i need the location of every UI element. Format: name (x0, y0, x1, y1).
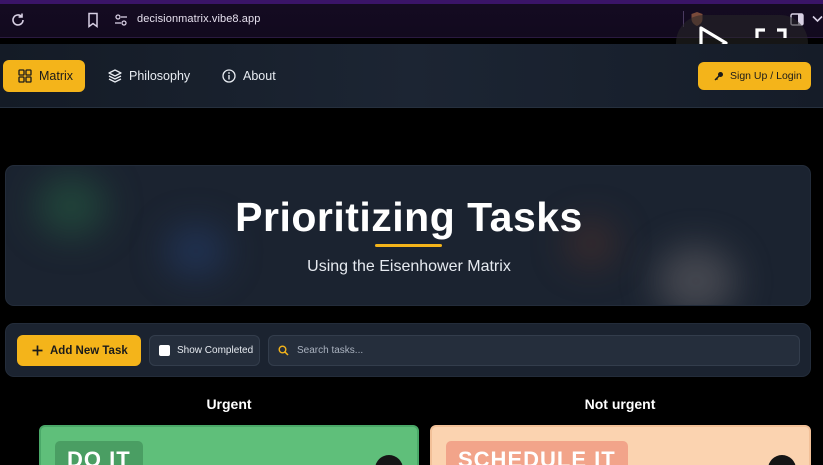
page-subtitle: Using the Eisenhower Matrix (307, 258, 511, 275)
hero-banner: Prioritizing Tasks Using the Eisenhower … (5, 165, 811, 306)
nav-matrix[interactable]: Matrix (3, 60, 85, 92)
reload-icon[interactable] (10, 12, 26, 28)
sign-up-login-label: Sign Up / Login (730, 70, 802, 82)
search-icon (278, 345, 289, 356)
quadrant-schedule-it-label: SCHEDULE IT (446, 441, 628, 465)
column-header-urgent: Urgent (206, 396, 252, 412)
nav-philosophy[interactable]: Philosophy (108, 60, 190, 92)
nav-about-label: About (243, 69, 276, 83)
site-settings-icon[interactable] (114, 13, 128, 27)
search-input[interactable] (297, 345, 777, 356)
search-box[interactable] (268, 335, 800, 366)
task-toolbar: Add New Task Show Completed (5, 323, 811, 377)
quadrant-do-it-label: DO IT (55, 441, 143, 465)
title-underline (375, 244, 442, 247)
quadrant-action-button[interactable] (375, 455, 403, 465)
address-bar-url[interactable]: decisionmatrix.vibe8.app (137, 13, 260, 25)
nav-philosophy-label: Philosophy (129, 69, 191, 83)
grid-icon (18, 69, 32, 83)
bookmark-icon[interactable] (86, 12, 100, 28)
plus-icon (32, 345, 43, 356)
show-completed-label: Show Completed (177, 345, 254, 356)
show-completed-checkbox[interactable] (159, 345, 170, 356)
column-header-not-urgent: Not urgent (584, 396, 656, 412)
decorative-blob (656, 246, 736, 305)
quadrant-do-it: DO IT (39, 425, 419, 465)
add-new-task-button[interactable]: Add New Task (17, 335, 141, 366)
nav-about[interactable]: About (222, 60, 276, 92)
show-completed-toggle[interactable]: Show Completed (149, 335, 260, 366)
nav-matrix-label: Matrix (39, 69, 74, 83)
layers-icon (108, 69, 122, 83)
info-icon (222, 69, 236, 83)
add-new-task-label: Add New Task (50, 344, 128, 357)
quadrant-schedule-it: SCHEDULE IT (430, 425, 811, 465)
key-icon (714, 72, 723, 81)
page-title: Prioritizing Tasks (235, 194, 583, 240)
sign-up-login-button[interactable]: Sign Up / Login (698, 62, 811, 90)
chevron-down-icon[interactable] (812, 15, 823, 23)
quadrant-action-button[interactable] (768, 455, 796, 465)
